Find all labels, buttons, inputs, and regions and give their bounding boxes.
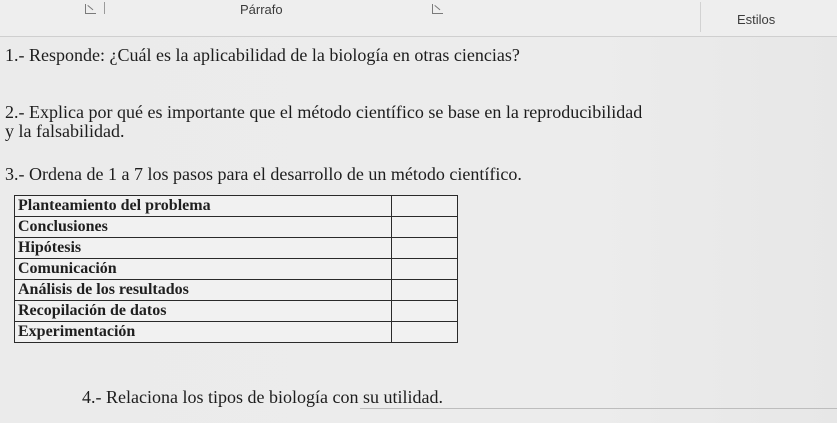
step-label: Comunicación — [14, 258, 392, 280]
question-2-line-1: 2.- Explica por qué es importante que el… — [5, 102, 643, 122]
styles-group-label: Estilos — [737, 12, 776, 27]
step-label: Planteamiento del problema — [14, 195, 392, 217]
step-label: Análisis de los resultados — [14, 279, 392, 301]
step-label: Recopilación de datos — [14, 300, 392, 322]
dialog-launcher-icon[interactable] — [432, 4, 443, 14]
step-number-cell[interactable] — [391, 195, 458, 217]
step-number-cell[interactable] — [391, 258, 458, 280]
paragraph-group-label: Párrafo — [240, 2, 283, 17]
table-row: Análisis de los resultados — [14, 279, 458, 301]
step-number-cell[interactable] — [391, 216, 458, 238]
dialog-launcher-icon[interactable] — [85, 4, 96, 14]
table-row: Hipótesis — [14, 237, 458, 259]
step-number-cell[interactable] — [391, 321, 458, 343]
ribbon: Párrafo Estilos — [0, 0, 837, 37]
step-number-cell[interactable] — [391, 237, 458, 259]
ribbon-divider — [700, 2, 701, 32]
question-1: 1.- Responde: ¿Cuál es la aplicabilidad … — [5, 45, 520, 65]
ribbon-divider — [104, 2, 105, 14]
question-4: 4.- Relaciona los tipos de biología con … — [82, 387, 443, 407]
document-page[interactable]: 1.- Responde: ¿Cuál es la aplicabilidad … — [0, 37, 837, 423]
step-number-cell[interactable] — [391, 279, 458, 301]
steps-table: Planteamiento del problema Conclusiones Hi… — [14, 195, 458, 343]
table-row: Conclusiones — [14, 216, 458, 238]
step-label: Conclusiones — [14, 216, 392, 238]
table-row: Comunicación — [14, 258, 458, 280]
shape-outline — [360, 408, 837, 409]
question-2-line-2: y la falsabilidad. — [5, 121, 125, 141]
question-3: 3.- Ordena de 1 a 7 los pasos para el de… — [5, 164, 522, 184]
table-row: Recopilación de datos — [14, 300, 458, 322]
table-row: Experimentación — [14, 321, 458, 343]
step-label: Experimentación — [14, 321, 392, 343]
step-label: Hipótesis — [14, 237, 392, 259]
step-number-cell[interactable] — [391, 300, 458, 322]
table-row: Planteamiento del problema — [14, 195, 458, 217]
